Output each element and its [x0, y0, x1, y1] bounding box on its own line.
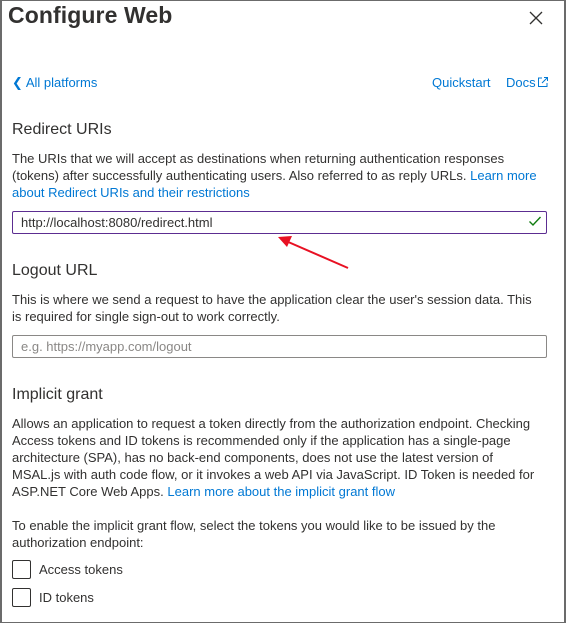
- logout-url-heading: Logout URL: [12, 262, 98, 279]
- implicit-learn-more-link[interactable]: Learn more about the implicit grant flow: [167, 484, 395, 499]
- id-tokens-label: ID tokens: [39, 589, 94, 605]
- redirect-uris-description: The URIs that we will accept as destinat…: [12, 150, 542, 201]
- back-link-label: All platforms: [25, 75, 98, 90]
- chevron-left-icon: ❮: [12, 75, 23, 90]
- access-tokens-label: Access tokens: [39, 561, 123, 577]
- redirect-uri-input[interactable]: [12, 211, 547, 234]
- access-tokens-option[interactable]: Access tokens: [12, 559, 123, 579]
- implicit-grant-description: Allows an application to request a token…: [12, 415, 542, 500]
- access-tokens-checkbox[interactable]: [12, 559, 31, 579]
- close-icon[interactable]: [526, 8, 546, 28]
- redirect-description-text: The URIs that we will accept as destinat…: [12, 151, 505, 183]
- docs-link-label: Docs: [506, 75, 536, 90]
- implicit-grant-heading: Implicit grant: [12, 386, 103, 403]
- external-link-icon: [537, 77, 548, 87]
- id-tokens-checkbox[interactable]: [12, 587, 31, 607]
- panel-title: Configure Web: [8, 2, 173, 28]
- docs-link[interactable]: Docs: [506, 75, 549, 90]
- logout-url-description: This is where we send a request to have …: [12, 292, 532, 324]
- redirect-uris-heading: Redirect URIs: [12, 121, 112, 138]
- quickstart-link[interactable]: Quickstart: [432, 75, 491, 90]
- id-tokens-option[interactable]: ID tokens: [12, 587, 94, 607]
- annotation-arrow: [278, 236, 349, 269]
- checkmark-icon: [529, 216, 542, 227]
- implicit-grant-instruction: To enable the implicit grant flow, selec…: [12, 518, 496, 550]
- logout-url-input[interactable]: [12, 335, 547, 358]
- back-to-platforms-link[interactable]: ❮ All platforms: [12, 75, 97, 91]
